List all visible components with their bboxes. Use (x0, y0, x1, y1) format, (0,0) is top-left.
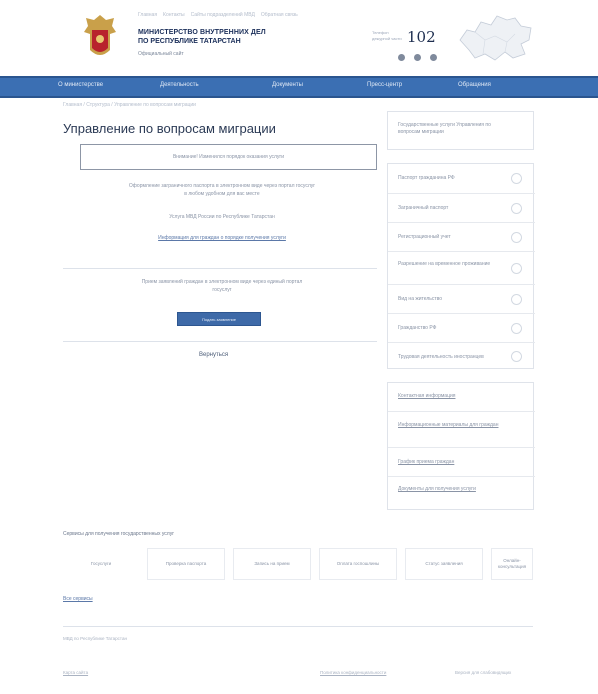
id-card-icon (511, 294, 522, 305)
section-divider-2 (63, 341, 377, 342)
service-item-label: Гражданство РФ (398, 325, 437, 331)
info-item-label: Информационные материалы для граждан (398, 422, 499, 428)
ministry-title[interactable]: МИНИСТЕРСТВО ВНУТРЕННИХ ДЕЛ ПО РЕСПУБЛИК… (138, 28, 328, 57)
hotline: Телефон дежурной части 102 (372, 26, 442, 54)
service-tile[interactable]: Проверка паспорта (147, 548, 225, 580)
site-subtitle: Официальный сайт (138, 51, 184, 57)
info-item[interactable]: Документы для получения услуги (388, 476, 535, 511)
footer-privacy-link[interactable]: Политика конфиденциальности (320, 670, 386, 675)
globe-icon (511, 203, 522, 214)
service-item[interactable]: Заграничный паспорт (388, 193, 535, 222)
info-paragraph-2: Услуга МВД России по Республике Татарста… (169, 214, 275, 220)
apply-paragraph-line2: госуслуг (212, 287, 232, 293)
service-item[interactable]: Паспорт гражданина РФ (388, 164, 535, 193)
home-icon (511, 232, 522, 243)
service-item-label: Заграничный паспорт (398, 205, 449, 211)
info-paragraph-1-line1: Оформление заграничного паспорта в элект… (128, 183, 316, 189)
breadcrumb[interactable]: Главная / Структура / Управление по вопр… (63, 102, 196, 108)
top-link-units[interactable]: Сайты подразделений МВД (191, 12, 255, 22)
service-tile[interactable]: Оплата госпошлины (319, 548, 397, 580)
service-item-label: Регистрационный учет (398, 234, 451, 240)
ministry-title-line1: МИНИСТЕРСТВО ВНУТРЕННИХ ДЕЛ (138, 29, 266, 36)
info-item-label: Контактная информация (398, 393, 456, 399)
service-tile-label: Проверка паспорта (165, 561, 207, 566)
service-item-label: Разрешение на временное проживание (398, 261, 491, 267)
nav-item-press[interactable]: Пресс-центр (367, 82, 402, 93)
info-item-label: График приема граждан (398, 459, 455, 465)
services-title: Сервисы для получения государственных ус… (63, 531, 175, 537)
service-item[interactable]: Разрешение на временное проживание (388, 251, 535, 284)
nav-item-activity[interactable]: Деятельность (160, 82, 199, 93)
nav-item-documents[interactable]: Документы (272, 82, 303, 93)
hotline-label: Телефон дежурной части (372, 30, 402, 41)
service-tile[interactable]: Статус заявления (405, 548, 483, 580)
footer-sitemap-link[interactable]: Карта сайта (63, 670, 88, 675)
rss-icon[interactable] (430, 54, 437, 61)
notice-box: Внимание! Изменился порядок оказания усл… (80, 144, 377, 170)
apply-button[interactable]: Подать заявление (177, 312, 261, 326)
footer-copyright: МВД по Республике Татарстан (63, 636, 127, 641)
top-link-feedback[interactable]: Обратная связь (261, 12, 298, 22)
ministry-title-line2: ПО РЕСПУБЛИКЕ ТАТАРСТАН (138, 38, 241, 45)
service-item[interactable]: Регистрационный учет (388, 222, 535, 251)
right-header-box: Государственные услуги Управления по воп… (387, 111, 534, 150)
info-item[interactable]: Информационные материалы для граждан (388, 411, 535, 447)
document-icon (511, 263, 522, 274)
region-map-icon (459, 15, 532, 61)
nav-item-appeals[interactable]: Обращения (458, 82, 491, 93)
service-tile[interactable]: Запись на прием (233, 548, 311, 580)
service-list: Паспорт гражданина РФ Заграничный паспор… (387, 163, 535, 370)
service-tile-label: Статус заявления (425, 561, 463, 566)
top-link-home[interactable]: Главная (138, 12, 157, 22)
info-item-label: Документы для получения услуги (398, 486, 476, 492)
all-services-link[interactable]: Все сервисы (63, 596, 93, 602)
footer-accessibility-link[interactable]: Версия для слабовидящих (455, 670, 511, 675)
main-nav: О министерстве Деятельность Документы Пр… (0, 76, 598, 98)
service-tile[interactable]: Онлайн-консультация (491, 548, 533, 580)
service-tile-label: Запись на прием (254, 561, 290, 566)
info-link[interactable]: Информация для граждан о порядке получен… (63, 234, 381, 242)
service-item[interactable]: Вид на жительство (388, 284, 535, 313)
info-item[interactable]: График приема граждан (388, 447, 535, 476)
service-item-label: Трудовая деятельность иностранцев (398, 354, 484, 360)
service-item-label: Вид на жительство (398, 296, 443, 302)
service-tile-label: Госуслуги (90, 561, 112, 566)
briefcase-icon (511, 351, 522, 362)
vk-icon[interactable] (398, 54, 405, 61)
flag-icon (511, 323, 522, 334)
top-links: Главная Контакты Сайты подразделений МВД… (138, 12, 398, 22)
apply-paragraph: Прием заявлений граждан в электронном ви… (63, 278, 381, 294)
apply-paragraph-line1: Прием заявлений граждан в электронном ви… (141, 279, 303, 285)
back-link[interactable]: Вернуться (199, 352, 228, 358)
service-tile-label: Оплата госпошлины (336, 561, 380, 566)
social-links (398, 54, 437, 61)
page-title: Управление по вопросам миграции (63, 121, 276, 136)
top-link-contacts[interactable]: Контакты (163, 12, 185, 22)
service-tile-label: Онлайн-консультация (497, 558, 527, 569)
footer-divider (63, 626, 533, 627)
ministry-emblem-icon[interactable] (80, 12, 120, 62)
info-paragraph-1-line2: в любом удобном для вас месте (184, 191, 260, 197)
info-item[interactable]: Контактная информация (388, 383, 535, 411)
hotline-number: 102 (407, 28, 436, 46)
twitter-icon[interactable] (414, 54, 421, 61)
right-header-text[interactable]: Государственные услуги Управления по воп… (398, 122, 503, 136)
services-row: Госуслуги Проверка паспорта Запись на пр… (63, 548, 533, 580)
service-item-label: Паспорт гражданина РФ (398, 175, 455, 181)
service-tile[interactable]: Госуслуги (63, 548, 139, 580)
service-item[interactable]: Трудовая деятельность иностранцев (388, 342, 535, 370)
info-box: Контактная информация Информационные мат… (387, 382, 535, 511)
service-item[interactable]: Гражданство РФ (388, 313, 535, 342)
info-paragraph-1: Оформление заграничного паспорта в элект… (63, 182, 381, 198)
notice-text: Внимание! Изменился порядок оказания усл… (172, 154, 285, 160)
nav-item-about[interactable]: О министерстве (58, 82, 103, 93)
section-divider (63, 268, 377, 269)
passport-icon (511, 173, 522, 184)
